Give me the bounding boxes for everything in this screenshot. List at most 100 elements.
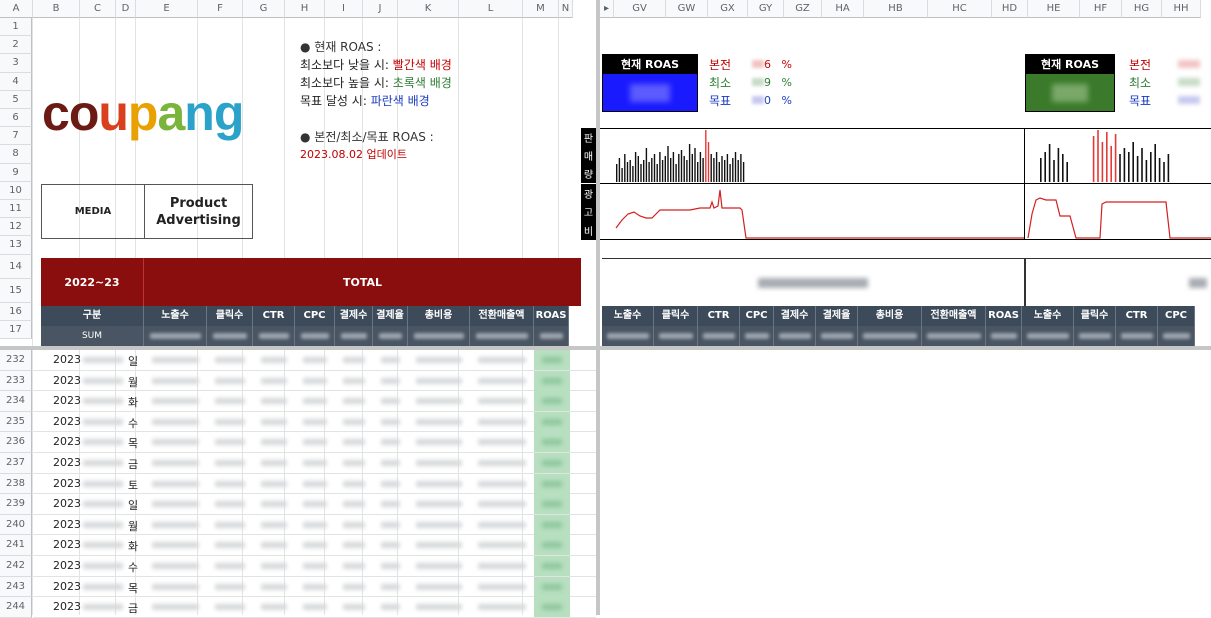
header-cell-1[interactable]: 노출수 <box>144 306 207 326</box>
sum-value-cell[interactable] <box>144 326 207 346</box>
row-header-236[interactable]: 236 <box>0 432 32 453</box>
row-header-9[interactable]: 9 <box>0 163 32 182</box>
column-header-j[interactable]: J <box>363 0 398 18</box>
product-advertising-cell[interactable]: Product Advertising <box>144 184 253 239</box>
right-group-title-1[interactable] <box>602 258 1024 306</box>
column-header-k[interactable]: K <box>398 0 459 18</box>
row-header-16[interactable]: 16 <box>0 302 32 321</box>
row-header-3[interactable]: 3 <box>0 54 32 73</box>
table-row[interactable]: 2023 수 <box>33 411 596 433</box>
column-header-i[interactable]: I <box>325 0 363 18</box>
column-header-hc[interactable]: HC <box>928 0 992 18</box>
sum-value-cell[interactable] <box>534 326 569 346</box>
column-header-h[interactable]: H <box>285 0 325 18</box>
row-header-8[interactable]: 8 <box>0 145 32 164</box>
row-header-15[interactable]: 15 <box>0 278 32 303</box>
column-header-gy[interactable]: GY <box>748 0 784 18</box>
header-cell-6[interactable]: 결제율 <box>373 306 408 326</box>
right-sum-cell[interactable] <box>816 326 858 346</box>
sum-value-cell[interactable] <box>207 326 253 346</box>
column-header-l[interactable]: L <box>459 0 523 18</box>
row-header-4[interactable]: 4 <box>0 72 32 91</box>
right-sum-cell[interactable] <box>1158 326 1195 346</box>
media-label-cell[interactable]: MEDIA <box>41 184 145 239</box>
row-header-241[interactable]: 241 <box>0 535 32 556</box>
header-cell-2[interactable]: 클릭수 <box>207 306 253 326</box>
header-cell-0[interactable]: 구분 <box>41 306 144 326</box>
sum-label-cell[interactable]: SUM <box>41 326 144 346</box>
header-cell-7[interactable]: 총비용 <box>408 306 470 326</box>
row-header-17[interactable]: 17 <box>0 320 32 339</box>
column-header-c[interactable]: C <box>80 0 116 18</box>
right-header-cell-6[interactable]: 총비용 <box>858 306 922 326</box>
row-header-1[interactable]: 1 <box>0 18 32 37</box>
period-header-cell[interactable]: 2022~23 <box>41 258 144 306</box>
right-header-cell-4[interactable]: 결제수 <box>774 306 816 326</box>
right-sum-cell[interactable] <box>858 326 922 346</box>
right-header-cell-12[interactable]: CPC <box>1158 306 1195 326</box>
column-header-e[interactable]: E <box>136 0 198 18</box>
right-header-cell-3[interactable]: CPC <box>740 306 774 326</box>
column-header-gx[interactable]: GX <box>708 0 748 18</box>
row-header-239[interactable]: 239 <box>0 494 32 515</box>
column-header-hd[interactable]: HD <box>992 0 1028 18</box>
column-header-g[interactable]: G <box>243 0 285 18</box>
table-row[interactable]: 2023 목 <box>33 576 596 598</box>
right-header-cell-5[interactable]: 결제율 <box>816 306 858 326</box>
row-header-12[interactable]: 12 <box>0 218 32 237</box>
column-header-a[interactable]: A <box>0 0 33 18</box>
row-header-238[interactable]: 238 <box>0 473 32 495</box>
column-header-hh[interactable]: HH <box>1162 0 1201 18</box>
right-header-cell-1[interactable]: 클릭수 <box>654 306 698 326</box>
column-header-n[interactable]: N <box>559 0 573 18</box>
row-header-232[interactable]: 232 <box>0 350 32 371</box>
right-sum-cell[interactable] <box>1074 326 1116 346</box>
table-row[interactable]: 2023 금 <box>33 452 596 474</box>
right-group-title-2[interactable] <box>1024 258 1211 306</box>
row-header-242[interactable]: 242 <box>0 556 32 577</box>
row-header-234[interactable]: 234 <box>0 391 32 412</box>
sum-value-cell[interactable] <box>253 326 295 346</box>
sum-value-cell[interactable] <box>470 326 534 346</box>
row-header-10[interactable]: 10 <box>0 181 32 200</box>
sum-value-cell[interactable] <box>295 326 335 346</box>
row-header-7[interactable]: 7 <box>0 127 32 146</box>
sum-value-cell[interactable] <box>373 326 408 346</box>
header-cell-9[interactable]: ROAS <box>534 306 569 326</box>
column-header-gv[interactable]: GV <box>614 0 666 18</box>
right-sum-cell[interactable] <box>654 326 698 346</box>
row-header-235[interactable]: 235 <box>0 411 32 433</box>
table-row[interactable]: 2023 월 <box>33 370 596 392</box>
right-sum-cell[interactable] <box>602 326 654 346</box>
right-header-cell-8[interactable]: ROAS <box>986 306 1022 326</box>
header-cell-4[interactable]: CPC <box>295 306 335 326</box>
row-header-243[interactable]: 243 <box>0 576 32 598</box>
current-roas-panel-2[interactable]: 현재 ROAS <box>1025 54 1115 112</box>
column-header-hb[interactable]: HB <box>864 0 928 18</box>
table-row[interactable]: 2023 토 <box>33 473 596 495</box>
row-header-13[interactable]: 13 <box>0 236 32 255</box>
sum-value-cell[interactable] <box>335 326 373 346</box>
table-row[interactable]: 2023 월 <box>33 514 596 536</box>
column-header-f[interactable]: F <box>198 0 243 18</box>
row-header-11[interactable]: 11 <box>0 200 32 219</box>
table-row[interactable]: 2023 목 <box>33 432 596 453</box>
column-header-ha[interactable]: HA <box>822 0 864 18</box>
right-sum-cell[interactable] <box>774 326 816 346</box>
row-header-240[interactable]: 240 <box>0 514 32 536</box>
table-row[interactable]: 2023 일 <box>33 350 596 371</box>
row-header-237[interactable]: 237 <box>0 453 32 474</box>
right-header-cell-11[interactable]: CTR <box>1116 306 1158 326</box>
header-cell-5[interactable]: 결제수 <box>335 306 373 326</box>
row-header-233[interactable]: 233 <box>0 370 32 392</box>
column-header-m[interactable]: M <box>523 0 559 18</box>
current-roas-panel-1[interactable]: 현재 ROAS <box>602 54 698 112</box>
column-header-gw[interactable]: GW <box>666 0 708 18</box>
row-header-2[interactable]: 2 <box>0 36 32 55</box>
right-sum-cell[interactable] <box>698 326 740 346</box>
right-sum-cell[interactable] <box>922 326 986 346</box>
right-sum-cell[interactable] <box>1116 326 1158 346</box>
right-sum-cell[interactable] <box>986 326 1022 346</box>
table-row[interactable]: 2023 화 <box>33 535 596 556</box>
right-header-cell-9[interactable]: 노출수 <box>1022 306 1074 326</box>
